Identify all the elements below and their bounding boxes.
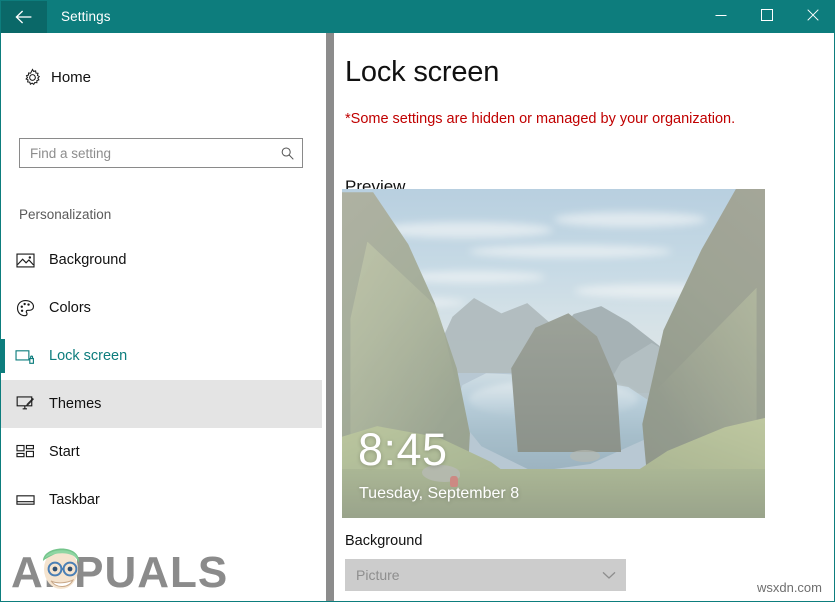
organization-warning: *Some settings are hidden or managed by … <box>345 111 736 127</box>
start-tiles-icon <box>1 444 49 461</box>
lock-screen-preview[interactable]: 8:45 Tuesday, September 8 <box>342 189 765 518</box>
back-button[interactable] <box>1 1 47 33</box>
themes-brush-icon <box>1 395 49 413</box>
preview-clock: 8:45 <box>358 424 448 475</box>
background-setting-label: Background <box>345 533 423 549</box>
window-title: Settings <box>61 9 111 24</box>
active-accent-bar <box>1 483 5 517</box>
sidebar: Home Personalization <box>1 33 334 601</box>
gear-icon <box>13 67 51 87</box>
lock-screen-icon <box>1 348 49 365</box>
close-button[interactable] <box>790 1 834 33</box>
sidebar-item-colors-label: Colors <box>49 300 91 316</box>
search-icon[interactable] <box>272 146 302 161</box>
active-accent-bar <box>1 387 5 421</box>
sidebar-scrollbar[interactable] <box>326 33 334 601</box>
background-dropdown[interactable]: Picture <box>345 559 626 591</box>
active-accent-bar <box>1 339 5 373</box>
taskbar-icon <box>1 493 49 507</box>
sidebar-category-label: Personalization <box>19 207 112 222</box>
settings-window: Settings Home Find a setting Personaliza… <box>0 0 835 602</box>
page-title: Lock screen <box>345 56 500 88</box>
background-dropdown-value: Picture <box>356 567 400 583</box>
search-input[interactable] <box>20 145 272 161</box>
close-icon <box>807 8 819 26</box>
sidebar-item-start-label: Start <box>49 444 80 460</box>
active-accent-bar <box>1 243 5 277</box>
sidebar-item-home-label: Home <box>51 68 92 86</box>
maximize-button[interactable] <box>744 1 790 33</box>
back-arrow-icon <box>15 10 33 24</box>
sidebar-item-home[interactable]: Home <box>13 59 313 95</box>
chevron-down-icon <box>592 571 626 580</box>
minimize-button[interactable] <box>698 1 744 33</box>
sidebar-item-colors[interactable]: Colors <box>1 284 322 332</box>
active-accent-bar <box>1 291 5 325</box>
sidebar-item-start[interactable]: Start <box>1 428 322 476</box>
main-content: Lock screen *Some settings are hidden or… <box>334 33 834 601</box>
sidebar-item-taskbar[interactable]: Taskbar <box>1 476 322 524</box>
sidebar-item-themes[interactable]: Themes <box>1 380 322 428</box>
sidebar-item-themes-label: Themes <box>49 396 102 412</box>
sidebar-item-lock-screen[interactable]: Lock screen <box>1 332 322 380</box>
sidebar-item-lock-screen-label: Lock screen <box>49 348 128 364</box>
title-bar: Settings <box>1 1 834 33</box>
sidebar-item-taskbar-label: Taskbar <box>49 492 100 508</box>
preview-date: Tuesday, September 8 <box>359 485 520 502</box>
sidebar-scrollbar-thumb[interactable] <box>326 33 334 601</box>
picture-icon <box>1 252 49 269</box>
palette-icon <box>1 299 49 318</box>
sidebar-nav-list: Background Colors Lock screen Themes Sta… <box>1 236 334 524</box>
search-box[interactable] <box>19 138 303 168</box>
maximize-icon <box>761 8 773 26</box>
minimize-icon <box>715 8 727 26</box>
sidebar-item-background[interactable]: Background <box>1 236 322 284</box>
active-accent-bar <box>1 435 5 469</box>
sidebar-item-background-label: Background <box>49 252 127 268</box>
